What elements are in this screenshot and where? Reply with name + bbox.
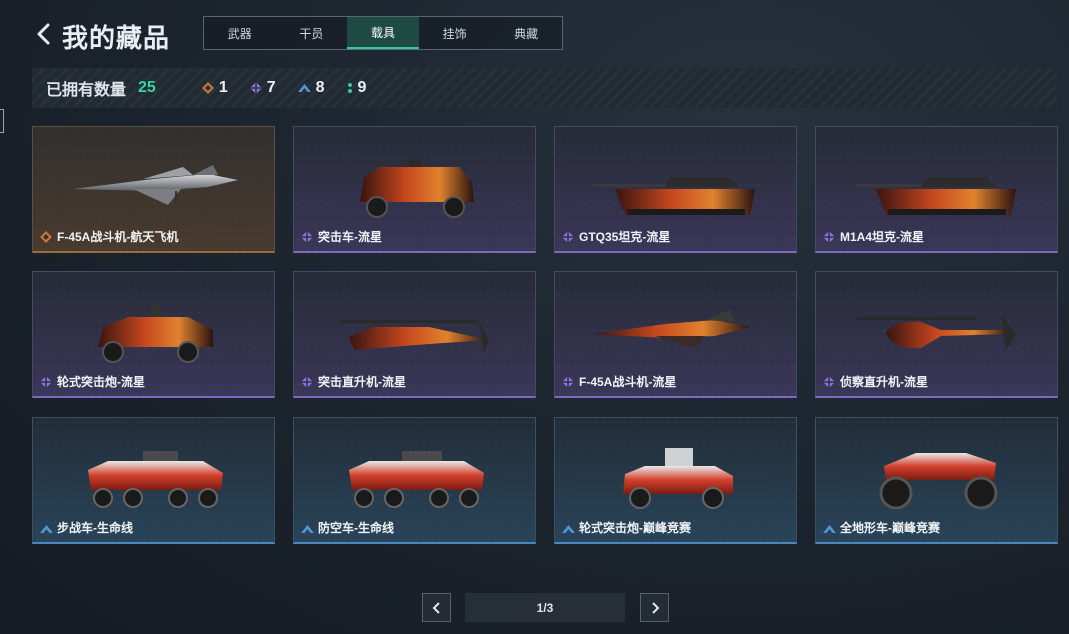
vehicle-name: GTQ35坦克-流星 [579,230,671,244]
tab-operators[interactable]: 干员 [276,17,348,49]
page-indicator: 1/3 [465,593,625,622]
vehicle-name: F-45A战斗机-流星 [579,375,677,389]
green-dots-icon [347,83,352,93]
blue-chevron-icon [40,525,53,533]
vehicle-card[interactable]: 步战车-生命线 [32,417,275,544]
purple-diamond-icon [301,376,313,388]
armored-car-icon [360,159,474,218]
ifv-icon [88,451,223,508]
tab-weapons[interactable]: 武器 [204,17,276,49]
vehicle-card[interactable]: M1A4坦克-流星 [815,126,1058,253]
wheeled-gun-icon [623,448,733,509]
vehicle-name: 侦察直升机-流星 [840,375,928,389]
owned-count-total: 25 [138,79,156,96]
purple-diamond-icon [301,231,313,243]
tank-icon [593,177,755,215]
jet-icon [73,165,238,205]
vehicle-card[interactable]: F-45A战斗机-流星 [554,271,797,398]
vehicle-name: 防空车-生命线 [318,521,394,535]
vehicle-name: 轮式突击炮-巅峰竞赛 [579,521,691,535]
scout-helicopter-icon [856,314,1016,350]
green-count-value: 9 [357,79,367,96]
blue-chevron-icon [301,525,314,533]
vehicle-card[interactable]: 侦察直升机-流星 [815,271,1058,398]
wheeled-gun-icon [98,305,213,363]
blue-chevron-icon [562,525,575,533]
vehicle-card[interactable]: 突击车-流星 [293,126,536,253]
vehicle-name: 全地形车-巅峰竞赛 [840,521,940,535]
vehicle-name: 突击车-流星 [318,230,382,244]
orange-diamond-icon [201,82,214,94]
owned-count-label: 已拥有数量 [46,82,127,99]
tab-pendants[interactable]: 挂饰 [419,17,491,49]
chevron-right-icon [651,601,659,614]
tank-icon [856,177,1016,215]
purple-diamond-icon [249,82,262,94]
chevron-left-icon [432,601,440,614]
back-arrow-icon[interactable] [34,22,54,46]
blue-count-value: 8 [315,79,325,96]
blue-chevron-icon [297,84,311,92]
vehicle-name: 突击直升机-流星 [318,375,406,389]
vehicle-name: 步战车-生命线 [57,521,133,535]
ifv-icon [349,451,484,508]
page-title: 我的藏品 [62,23,171,53]
vehicle-card[interactable]: F-45A战斗机-航天飞机 [32,126,275,253]
next-page-button[interactable] [640,593,669,622]
vehicle-card[interactable]: 轮式突击炮-流星 [32,271,275,398]
vehicle-name: 轮式突击炮-流星 [57,375,145,389]
purple-count-value: 7 [266,79,276,96]
blue-chevron-icon [823,525,836,533]
vehicle-card[interactable]: 轮式突击炮-巅峰竞赛 [554,417,797,544]
vehicle-card[interactable]: 全地形车-巅峰竞赛 [815,417,1058,544]
purple-diamond-icon [40,376,52,388]
purple-diamond-icon [823,376,835,388]
vehicle-name: F-45A战斗机-航天飞机 [57,230,179,244]
gold-count-value: 1 [218,79,228,96]
vehicle-name: M1A4坦克-流星 [840,230,925,244]
side-edge-marker [0,109,4,133]
purple-diamond-icon [562,376,574,388]
tab-collection[interactable]: 典藏 [490,17,562,49]
blue-count: 8 [297,79,325,97]
jet-icon [593,310,750,348]
owned-count-bar: 已拥有数量 25 1 7 8 9 [32,68,1057,108]
attack-helicopter-icon [339,320,489,352]
green-count: 9 [347,79,367,97]
purple-count: 7 [249,79,276,97]
vehicle-card[interactable]: 突击直升机-流星 [293,271,536,398]
vehicle-card[interactable]: 防空车-生命线 [293,417,536,544]
prev-page-button[interactable] [422,593,451,622]
orange-diamond-icon [40,231,52,243]
category-tabs: 武器 干员 载具 挂饰 典藏 [203,16,563,50]
gold-count: 1 [201,79,228,97]
purple-diamond-icon [823,231,835,243]
atv-icon [879,453,998,510]
purple-diamond-icon [562,231,574,243]
tab-vehicles[interactable]: 载具 [347,17,419,49]
vehicle-card[interactable]: GTQ35坦克-流星 [554,126,797,253]
